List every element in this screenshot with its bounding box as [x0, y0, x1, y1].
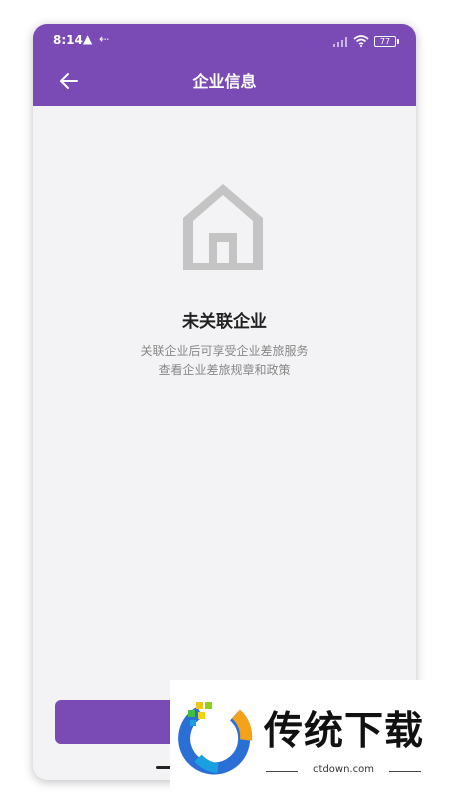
phone-screen: 8:14 ▲ ⇠ 77 企业信息 未关联企业 关联企业后可享受企业差旅服务 查看…	[33, 24, 416, 780]
watermark-brand: 传统下载	[264, 709, 425, 754]
status-time: 8:14	[53, 33, 83, 47]
watermark-logo	[178, 702, 253, 775]
usb-icon: ⇠	[99, 32, 110, 46]
description-line-2: 查看企业差旅规章和政策	[158, 363, 291, 377]
empty-state-description: 关联企业后可享受企业差旅服务 查看企业差旅规章和政策	[33, 342, 416, 380]
page-title: 企业信息	[192, 72, 257, 91]
warning-icon: ▲	[83, 32, 93, 46]
battery-icon: 77	[374, 36, 399, 47]
wifi-icon	[353, 35, 369, 47]
building-icon	[183, 184, 263, 270]
app-header: 8:14 ▲ ⇠ 77 企业信息	[33, 24, 416, 106]
watermark: 传统下载 ctdown.com	[170, 680, 432, 793]
description-line-1: 关联企业后可享受企业差旅服务	[140, 344, 309, 358]
signal-icon	[333, 37, 347, 47]
empty-state-title: 未关联企业	[182, 312, 267, 332]
watermark-url: ctdown.com	[266, 764, 421, 775]
status-bar: 8:14 ▲ ⇠ 77	[33, 24, 416, 58]
